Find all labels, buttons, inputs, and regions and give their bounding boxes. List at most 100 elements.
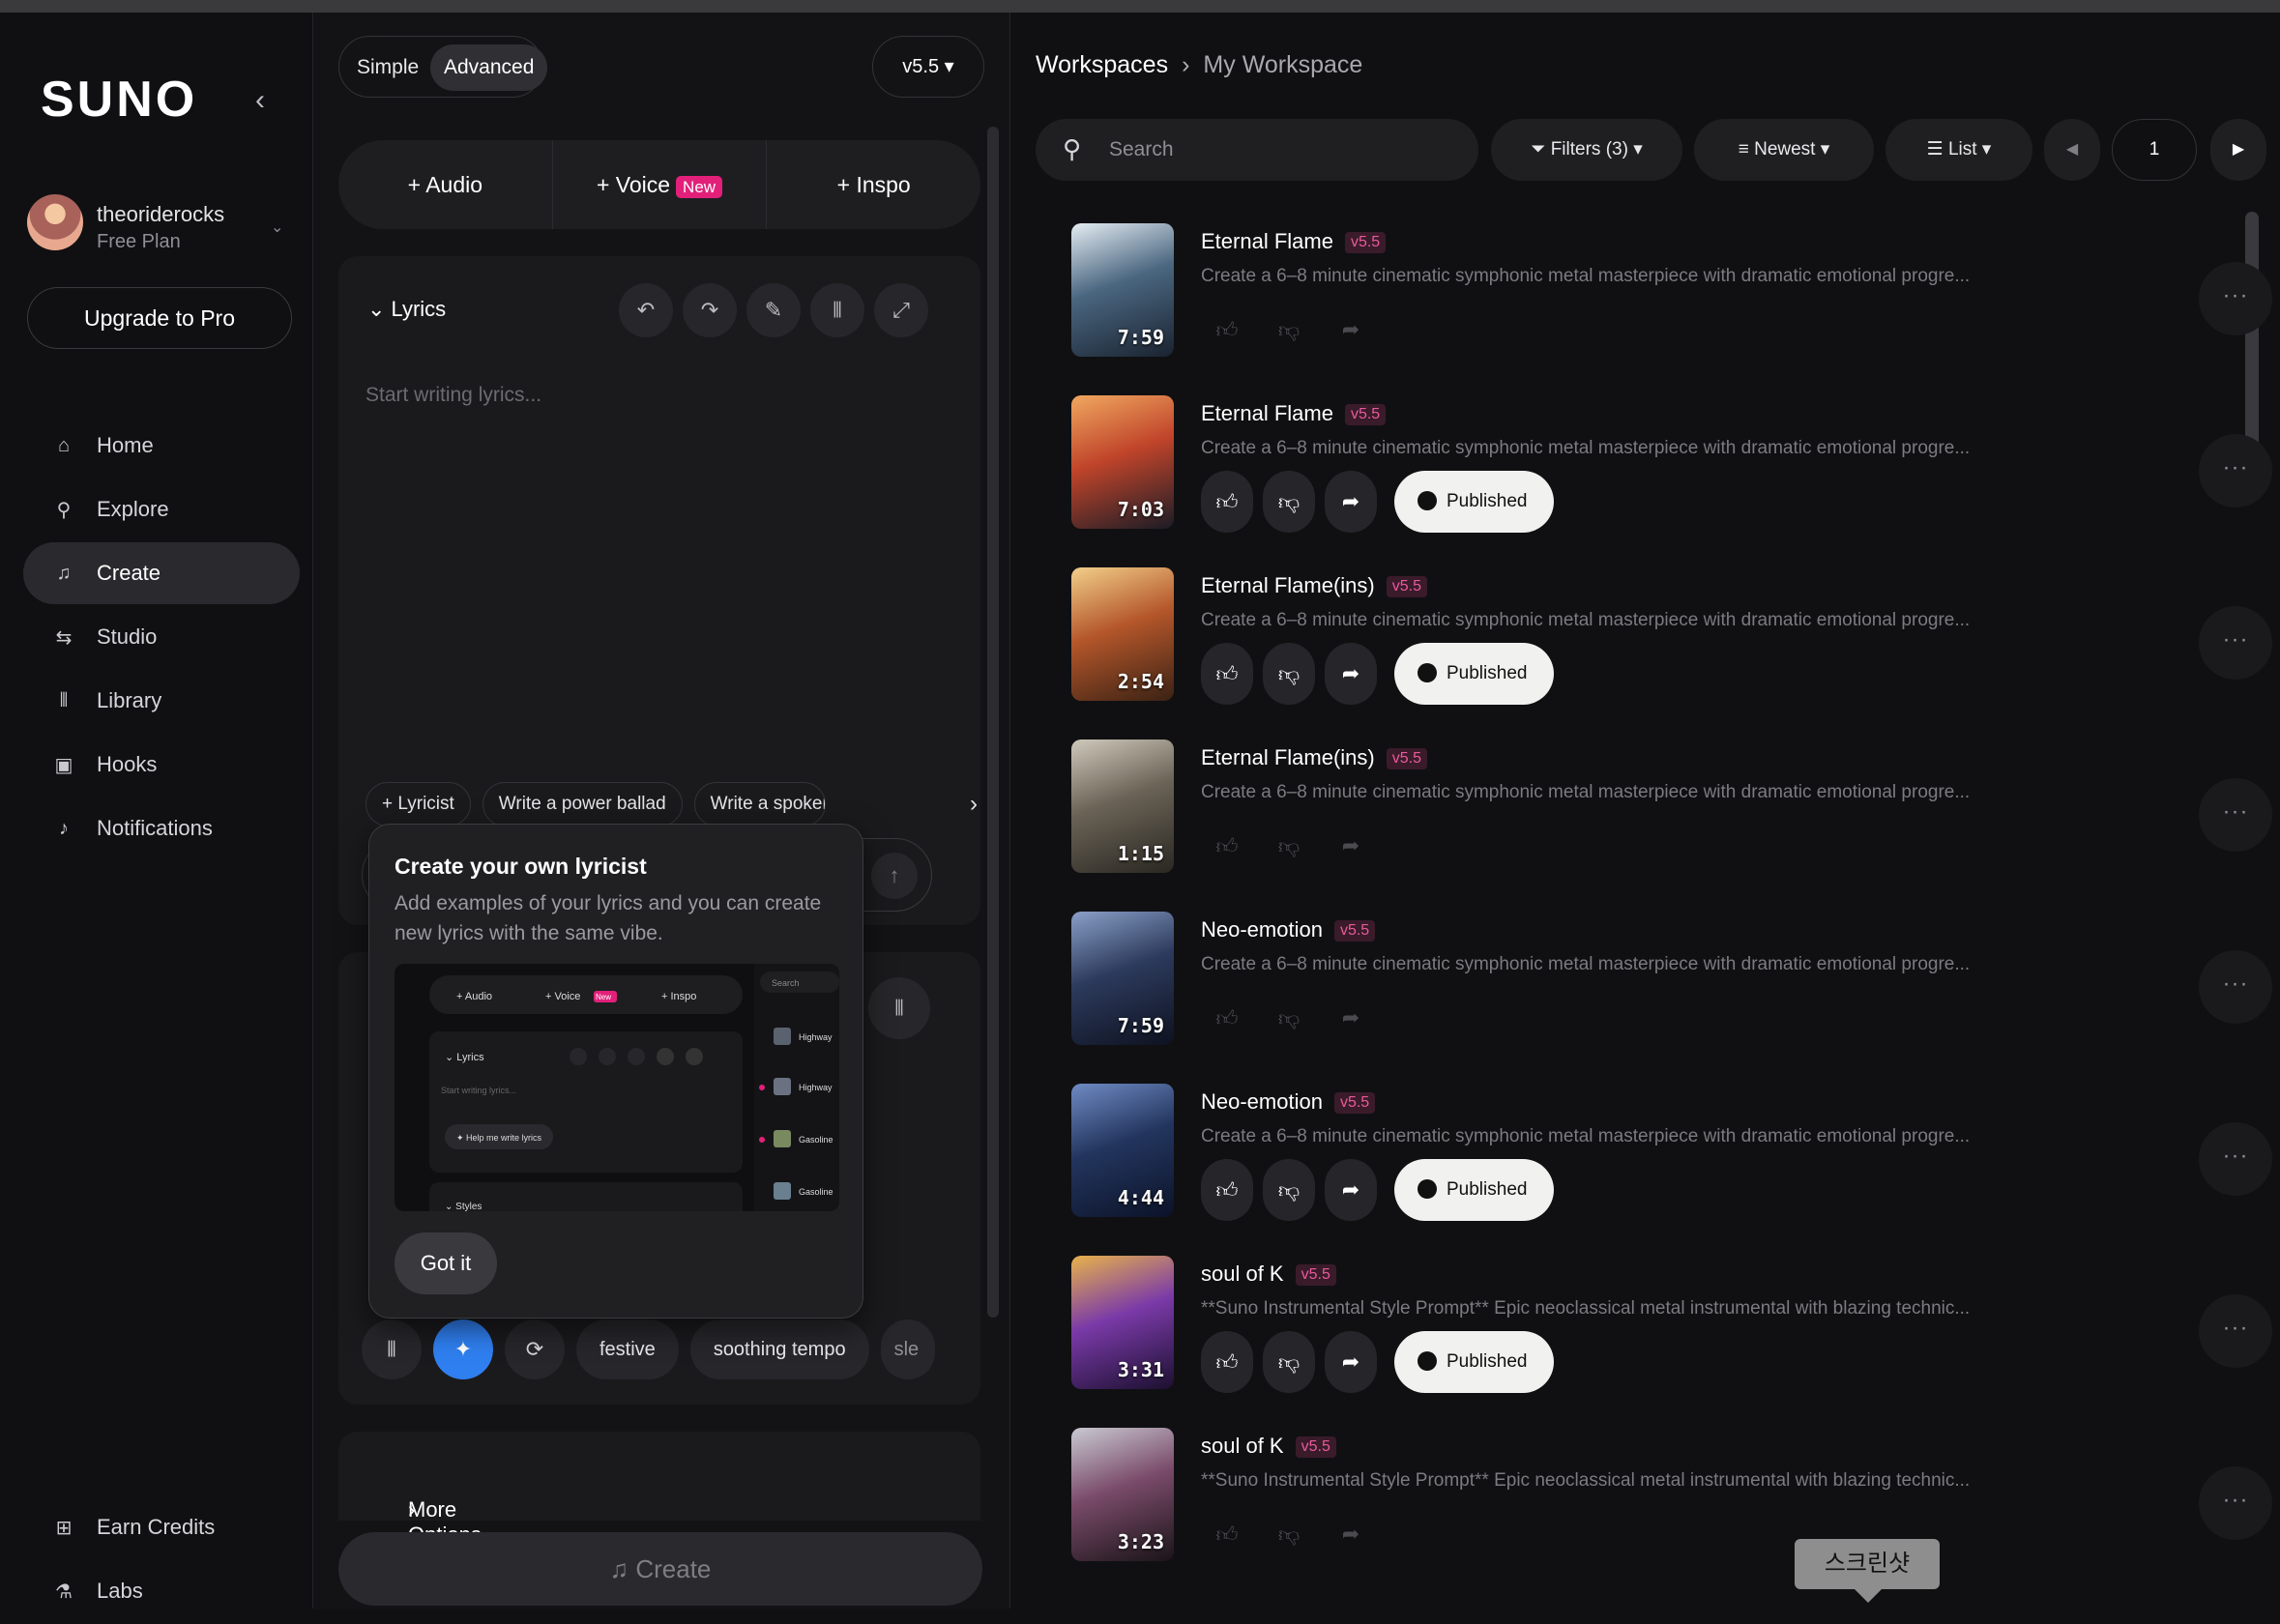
suno-logo[interactable]: SUNO: [41, 71, 197, 129]
song-title[interactable]: soul of K: [1201, 1434, 1284, 1458]
user-menu[interactable]: theoriderocks Free Plan ⌄: [27, 188, 298, 266]
share-icon[interactable]: ➦: [1325, 643, 1377, 705]
prev-page-icon[interactable]: ◀: [2044, 119, 2100, 181]
lyrics-input[interactable]: Start writing lyrics...: [365, 384, 541, 407]
simple-mode-tab[interactable]: Simple: [343, 44, 432, 91]
song-title[interactable]: Eternal Flame: [1201, 229, 1333, 253]
sidebar-item-labs[interactable]: ⚗ Labs: [23, 1560, 300, 1622]
song-row[interactable]: 2:54 Eternal Flame(ins) v5.5 Create a 6–8 m…: [1071, 567, 2272, 722]
next-page-icon[interactable]: ▶: [2210, 119, 2266, 181]
song-cover[interactable]: 7:03: [1071, 395, 1174, 529]
more-options-icon[interactable]: ···: [2199, 1122, 2272, 1196]
song-cover[interactable]: 7:59: [1071, 223, 1174, 357]
redo-icon[interactable]: ↷: [683, 283, 737, 337]
song-row[interactable]: 4:44 Neo-emotion v5.5 Create a 6–8 minute c…: [1071, 1084, 2272, 1238]
sidebar-item-earn-credits[interactable]: ⊞ Earn Credits: [23, 1496, 300, 1558]
thumbs-up-icon[interactable]: 👍︎: [1201, 815, 1253, 877]
sidebar-item-notifications[interactable]: ♪ Notifications: [23, 798, 300, 859]
published-badge[interactable]: Published: [1394, 643, 1555, 705]
thumbs-down-icon[interactable]: 👎︎: [1263, 299, 1315, 361]
song-title[interactable]: Eternal Flame(ins): [1201, 745, 1375, 769]
song-cover[interactable]: 2:54: [1071, 567, 1174, 701]
thumbs-up-icon[interactable]: 👍︎: [1201, 299, 1253, 361]
thumbs-up-icon[interactable]: 👍︎: [1201, 643, 1253, 705]
got-it-button[interactable]: Got it: [395, 1232, 497, 1294]
more-options-icon[interactable]: ···: [2199, 606, 2272, 680]
more-options-toggle[interactable]: › More Options: [338, 1432, 980, 1547]
edit-icon[interactable]: ✎: [746, 283, 801, 337]
sidebar-item-studio[interactable]: ⇆ Studio: [23, 606, 300, 668]
share-icon[interactable]: ➦: [1325, 471, 1377, 533]
style-tag[interactable]: sle: [880, 1320, 935, 1379]
thumbs-down-icon[interactable]: 👎︎: [1263, 1159, 1315, 1221]
add-audio-button[interactable]: + Audio: [338, 140, 553, 229]
add-inspo-button[interactable]: + Inspo: [767, 140, 980, 229]
share-icon[interactable]: ➦: [1325, 1331, 1377, 1393]
view-button[interactable]: ☰ List ▾: [1885, 119, 2032, 181]
model-version-select[interactable]: v5.5 ▾: [872, 36, 984, 98]
thumbs-up-icon[interactable]: 👍︎: [1201, 1503, 1253, 1565]
song-cover[interactable]: 3:31: [1071, 1256, 1174, 1389]
published-badge[interactable]: Published: [1394, 471, 1555, 533]
song-title[interactable]: Neo-emotion: [1201, 917, 1323, 942]
more-options-icon[interactable]: ···: [2199, 1294, 2272, 1368]
song-row[interactable]: 3:23 soul of K v5.5 **Suno Instrumental Sty…: [1071, 1428, 2272, 1582]
thumbs-up-icon[interactable]: 👍︎: [1201, 987, 1253, 1049]
song-row[interactable]: 7:59 Eternal Flame v5.5 Create a 6–8 minute…: [1071, 223, 2272, 378]
sidebar-item-explore[interactable]: ⚲ Explore: [23, 478, 300, 540]
search-input[interactable]: ⚲ Search: [1036, 119, 1478, 181]
share-icon[interactable]: ➦: [1325, 987, 1377, 1049]
panel-scrollbar[interactable]: [987, 127, 999, 1318]
advanced-mode-tab[interactable]: Advanced: [430, 44, 548, 91]
style-tag[interactable]: soothing tempo: [689, 1320, 869, 1379]
share-icon[interactable]: ➦: [1325, 299, 1377, 361]
thumbs-down-icon[interactable]: 👎︎: [1263, 1331, 1315, 1393]
lyrics-toggle[interactable]: ⌄ Lyrics: [367, 297, 446, 322]
sidebar-item-create[interactable]: ♫ Create: [23, 542, 300, 604]
style-tag[interactable]: festive: [576, 1320, 679, 1379]
song-title[interactable]: soul of K: [1201, 1262, 1284, 1286]
upgrade-to-pro-button[interactable]: Upgrade to Pro: [27, 287, 292, 349]
sort-button[interactable]: ≡ Newest ▾: [1694, 119, 1874, 181]
chevron-right-icon[interactable]: ›: [959, 782, 988, 826]
published-badge[interactable]: Published: [1394, 1331, 1555, 1393]
sidebar-item-home[interactable]: ⌂ Home: [23, 415, 300, 477]
lyricist-chip[interactable]: + Lyricist: [365, 782, 471, 826]
more-options-icon[interactable]: ···: [2199, 262, 2272, 335]
song-title[interactable]: Eternal Flame(ins): [1201, 573, 1375, 597]
more-options-icon[interactable]: ···: [2199, 778, 2272, 852]
thumbs-up-icon[interactable]: 👍︎: [1201, 471, 1253, 533]
library-icon[interactable]: ⫴: [362, 1320, 422, 1379]
page-number[interactable]: 1: [2112, 119, 2197, 181]
collapse-sidebar-icon[interactable]: ‹: [255, 84, 265, 117]
filters-button[interactable]: ⏷ Filters (3) ▾: [1491, 119, 1682, 181]
thumbs-up-icon[interactable]: 👍︎: [1201, 1159, 1253, 1221]
song-title[interactable]: Neo-emotion: [1201, 1089, 1323, 1114]
thumbs-down-icon[interactable]: 👎︎: [1263, 1503, 1315, 1565]
library-icon[interactable]: ⫴: [810, 283, 864, 337]
thumbs-down-icon[interactable]: 👎︎: [1263, 643, 1315, 705]
library-icon[interactable]: ⫴: [868, 977, 930, 1039]
share-icon[interactable]: ➦: [1325, 1503, 1377, 1565]
add-voice-button[interactable]: + Voice New: [553, 140, 768, 229]
song-row[interactable]: 1:15 Eternal Flame(ins) v5.5 Create a 6–8 m…: [1071, 740, 2272, 894]
published-badge[interactable]: Published: [1394, 1159, 1555, 1221]
thumbs-up-icon[interactable]: 👍︎: [1201, 1331, 1253, 1393]
expand-icon[interactable]: ⤢: [874, 283, 928, 337]
send-arrow-icon[interactable]: ↑: [871, 853, 918, 899]
thumbs-down-icon[interactable]: 👎︎: [1263, 815, 1315, 877]
thumbs-down-icon[interactable]: 👎︎: [1263, 471, 1315, 533]
undo-icon[interactable]: ↶: [619, 283, 673, 337]
magic-wand-icon[interactable]: ✦: [433, 1320, 493, 1379]
thumbs-down-icon[interactable]: 👎︎: [1263, 987, 1315, 1049]
more-options-icon[interactable]: ···: [2199, 950, 2272, 1024]
song-cover[interactable]: 3:23: [1071, 1428, 1174, 1561]
sidebar-item-library[interactable]: ⫴ Library: [23, 670, 300, 732]
song-row[interactable]: 7:03 Eternal Flame v5.5 Create a 6–8 minute…: [1071, 395, 2272, 550]
more-options-icon[interactable]: ···: [2199, 1466, 2272, 1540]
breadcrumb-workspaces[interactable]: Workspaces: [1036, 51, 1168, 78]
share-icon[interactable]: ➦: [1325, 1159, 1377, 1221]
song-cover[interactable]: 7:59: [1071, 912, 1174, 1045]
suggestion-chip[interactable]: Write a power ballad: [482, 782, 683, 826]
refresh-icon[interactable]: ⟳: [505, 1320, 565, 1379]
